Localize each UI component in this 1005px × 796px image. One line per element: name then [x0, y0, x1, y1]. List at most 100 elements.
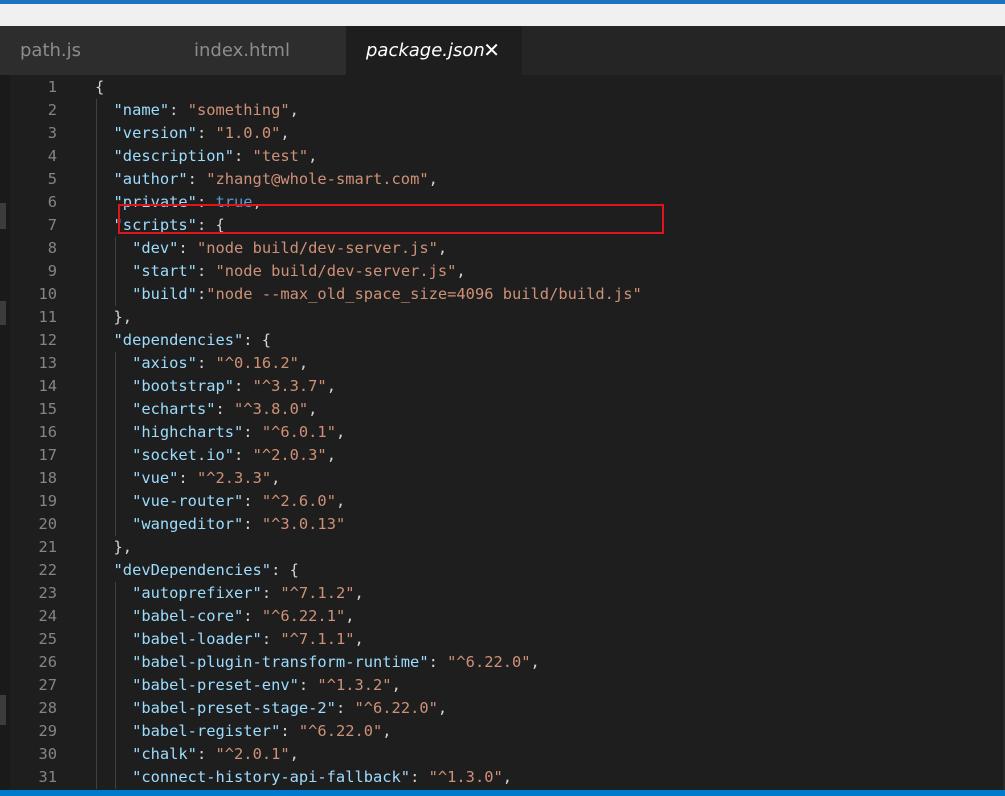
- code-text: "devDependencies": {: [114, 559, 299, 582]
- indent-guide: [114, 352, 116, 536]
- json-string: "^2.0.3": [252, 446, 327, 464]
- json-punctuation: :: [196, 285, 207, 303]
- code-line[interactable]: 12 "dependencies": {: [0, 329, 1005, 352]
- code-line[interactable]: 24 "babel-core": "^6.22.1",: [0, 605, 1005, 628]
- code-line[interactable]: 31 "connect-history-api-fallback": "^1.3.…: [0, 766, 1005, 789]
- json-key: "babel-preset-env": [132, 676, 299, 694]
- json-punctuation: ,: [345, 607, 355, 625]
- json-string: "^3.0.13": [261, 515, 346, 533]
- json-key: "dependencies": [113, 331, 244, 349]
- gutter-mark: [0, 203, 6, 229]
- json-string: "^1.3.0": [428, 768, 503, 786]
- tab-path-js[interactable]: path.js: [0, 26, 178, 75]
- json-punctuation: :: [243, 515, 262, 533]
- json-key: "axios": [132, 354, 197, 372]
- json-key: "name": [113, 101, 170, 119]
- code-line[interactable]: 2 "name": "something",: [0, 99, 1005, 122]
- code-line[interactable]: 25 "babel-loader": "^7.1.1",: [0, 628, 1005, 651]
- json-punctuation: {: [95, 78, 105, 96]
- code-line[interactable]: 18 "vue": "^2.3.3",: [0, 467, 1005, 490]
- code-text: "author": "zhangt@whole-smart.com",: [114, 168, 438, 191]
- code-line[interactable]: 15 "echarts": "^3.8.0",: [0, 398, 1005, 421]
- code-line[interactable]: 23 "autoprefixer": "^7.1.2",: [0, 582, 1005, 605]
- code-line[interactable]: 10 "build":"node --max_old_space_size=409…: [0, 283, 1005, 306]
- code-line[interactable]: 1{: [0, 76, 1005, 99]
- tab-index-html[interactable]: index.html: [174, 26, 352, 75]
- code-text: "description": "test",: [114, 145, 318, 168]
- json-punctuation: :: [280, 722, 299, 740]
- code-text: "bootstrap": "^3.3.7",: [132, 375, 336, 398]
- indent-guide: [114, 582, 116, 789]
- json-punctuation: ,: [382, 722, 392, 740]
- json-key: "echarts": [132, 400, 216, 418]
- json-punctuation: ,: [335, 423, 346, 441]
- code-text: "socket.io": "^2.0.3",: [132, 444, 336, 467]
- json-string: "node build/dev-server.js": [196, 239, 438, 257]
- window-accent-line: [0, 0, 1005, 4]
- gutter-mark: [0, 695, 6, 725]
- json-string: "^6.0.1": [261, 423, 336, 441]
- json-punctuation: :: [196, 124, 216, 142]
- json-key: "wangeditor": [132, 515, 244, 533]
- json-punctuation: :: [169, 101, 188, 119]
- json-punctuation: :: [178, 469, 197, 487]
- json-key: "autoprefixer": [132, 584, 262, 602]
- json-key: "version": [113, 124, 197, 142]
- json-punctuation: ,: [326, 446, 336, 464]
- code-line[interactable]: 5 "author": "zhangt@whole-smart.com",: [0, 168, 1005, 191]
- json-string: "zhangt@whole-smart.com": [206, 170, 429, 188]
- code-text: "connect-history-api-fallback": "^1.3.0"…: [132, 766, 512, 789]
- code-text: },: [114, 536, 133, 559]
- code-line[interactable]: 29 "babel-register": "^6.22.0",: [0, 720, 1005, 743]
- json-punctuation: ,: [530, 653, 540, 671]
- json-key: "author": [113, 170, 188, 188]
- json-key: "socket.io": [132, 446, 235, 464]
- code-line[interactable]: 11},: [0, 306, 1005, 329]
- json-string: "^2.3.3": [196, 469, 272, 487]
- json-string: "^3.8.0": [234, 400, 309, 418]
- code-line[interactable]: 3 "version": "1.0.0",: [0, 122, 1005, 145]
- code-line[interactable]: 30 "chalk": "^2.0.1",: [0, 743, 1005, 766]
- code-line[interactable]: 14 "bootstrap": "^3.3.7",: [0, 375, 1005, 398]
- json-key: "connect-history-api-fallback": [132, 768, 411, 786]
- code-line[interactable]: 8 "dev": "node build/dev-server.js",: [0, 237, 1005, 260]
- json-punctuation: ,: [298, 354, 309, 372]
- status-bar: [0, 790, 1005, 796]
- code-line[interactable]: 9 "start": "node build/dev-server.js",: [0, 260, 1005, 283]
- code-line[interactable]: 16 "highcharts": "^6.0.1",: [0, 421, 1005, 444]
- code-line[interactable]: 21},: [0, 536, 1005, 559]
- json-punctuation: :: [261, 630, 281, 648]
- json-punctuation: ,: [335, 492, 346, 510]
- json-string: "^1.3.2": [317, 676, 392, 694]
- json-punctuation: },: [113, 538, 133, 556]
- json-punctuation: :: [187, 170, 207, 188]
- code-editor[interactable]: 1{2 "name": "something", 3 "version": "1.0.…: [0, 75, 1005, 790]
- json-string: "^6.22.0": [298, 722, 383, 740]
- code-line[interactable]: 26 "babel-plugin-transform-runtime": "^6.…: [0, 651, 1005, 674]
- json-punctuation: ,: [437, 239, 448, 257]
- json-string: "^2.6.0": [261, 492, 336, 510]
- code-line[interactable]: 4 "description": "test",: [0, 145, 1005, 168]
- json-string: "^2.0.1": [215, 745, 290, 763]
- close-icon[interactable]: ✕: [483, 26, 500, 75]
- json-punctuation: ,: [271, 469, 281, 487]
- code-line[interactable]: 13 "axios": "^0.16.2",: [0, 352, 1005, 375]
- indent-guide: [96, 99, 97, 789]
- json-string: "node --max_old_space_size=4096 build/bu…: [206, 285, 642, 303]
- code-line[interactable]: 27 "babel-preset-env": "^1.3.2",: [0, 674, 1005, 697]
- tab-package-json[interactable]: package.json ✕: [346, 26, 522, 75]
- code-line[interactable]: 17 "socket.io": "^2.0.3",: [0, 444, 1005, 467]
- json-punctuation: :: [196, 262, 216, 280]
- code-line[interactable]: 22 "devDependencies": {: [0, 559, 1005, 582]
- json-punctuation: :: [234, 377, 253, 395]
- code-text: "name": "something",: [114, 99, 299, 122]
- tab-label: package.json: [366, 40, 485, 61]
- json-string: "^7.1.1": [280, 630, 355, 648]
- code-line[interactable]: 20 "wangeditor": "^3.0.13": [0, 513, 1005, 536]
- json-punctuation: ,: [308, 147, 318, 165]
- json-key: "build": [132, 285, 197, 303]
- json-string: "^6.22.0": [354, 699, 438, 717]
- code-line[interactable]: 19 "vue-router": "^2.6.0",: [0, 490, 1005, 513]
- code-line[interactable]: 28 "babel-preset-stage-2": "^6.22.0",: [0, 697, 1005, 720]
- gutter-strip: [0, 75, 10, 790]
